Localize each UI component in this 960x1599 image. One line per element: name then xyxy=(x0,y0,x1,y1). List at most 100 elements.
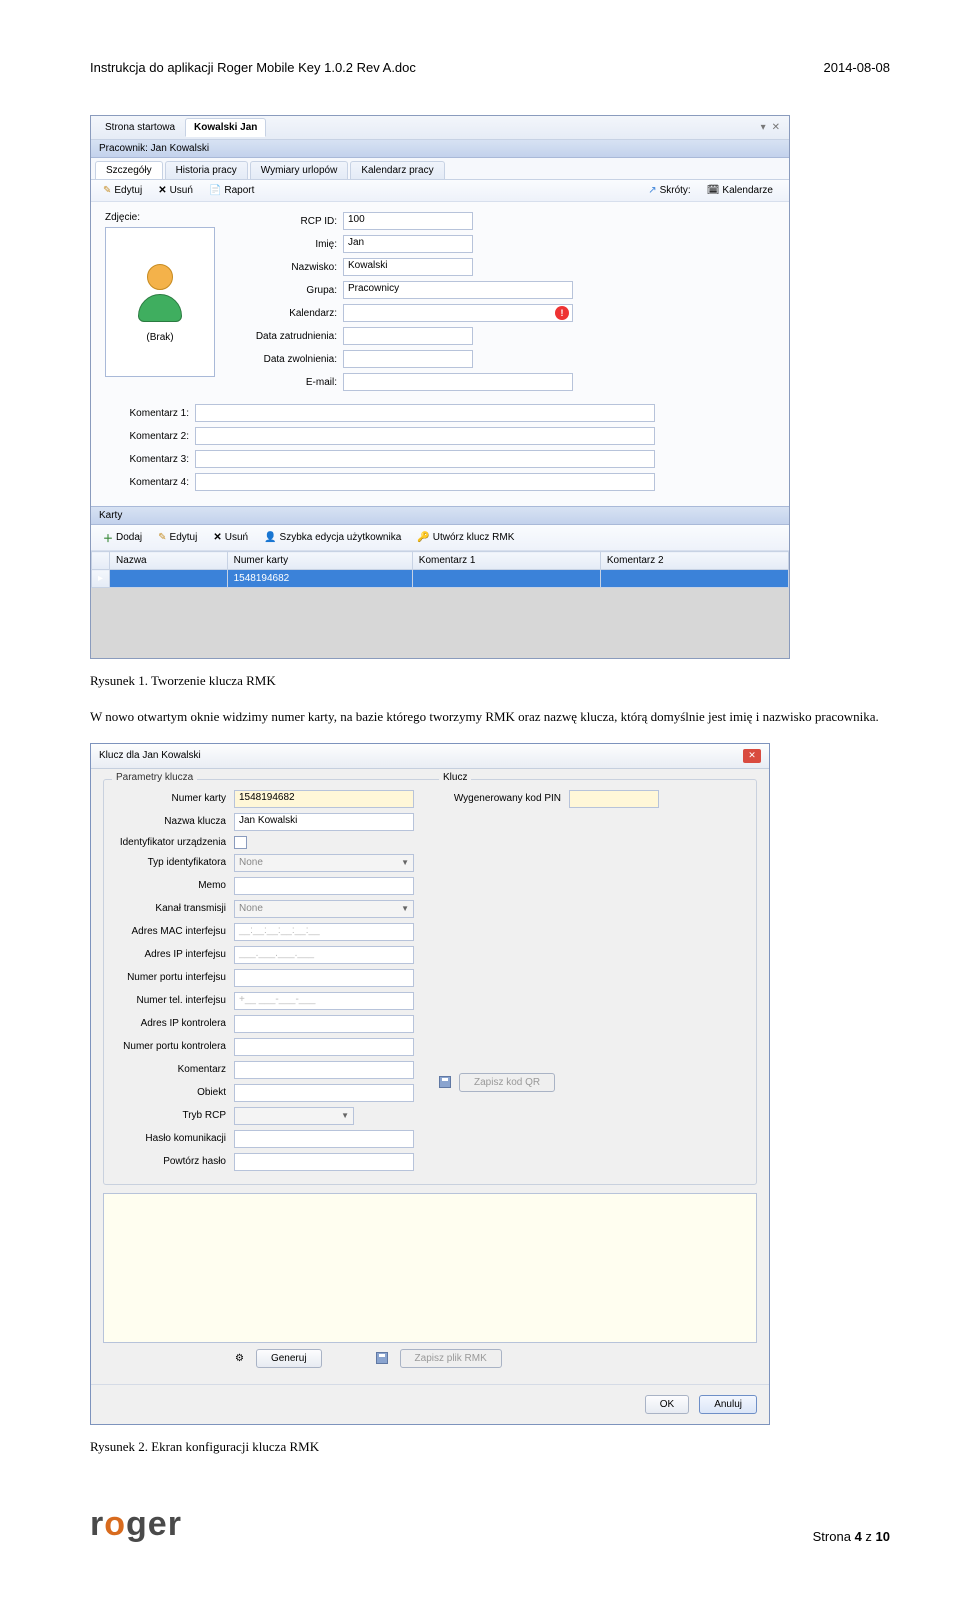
photo-none: (Brak) xyxy=(146,332,173,343)
page-number: Strona 4 z 10 xyxy=(813,1529,890,1544)
powt-label: Powtórz hasło xyxy=(114,1156,234,1167)
grupa-label: Grupa: xyxy=(233,285,343,296)
tab-szczegoly[interactable]: Szczegóły xyxy=(95,161,163,179)
shortcuts-label: ↗Skróty: xyxy=(642,183,697,198)
edit-button[interactable]: ✎Edytuj xyxy=(97,183,148,198)
komentarz-input[interactable] xyxy=(234,1061,414,1079)
obiekt-input[interactable] xyxy=(234,1084,414,1102)
cards-table: Nazwa Numer karty Komentarz 1 Komentarz … xyxy=(91,551,789,588)
pencil-icon: ✎ xyxy=(103,185,111,196)
imie-input[interactable]: Jan xyxy=(343,235,473,253)
numer-karty-input[interactable]: 1548194682 xyxy=(234,790,414,808)
kalendarz-input[interactable] xyxy=(343,304,573,322)
tryb-label: Tryb RCP xyxy=(114,1110,234,1121)
nazwa-klucza-input[interactable]: Jan Kowalski xyxy=(234,813,414,831)
ipi-input[interactable]: ___.___.___.___ xyxy=(234,946,414,964)
quick-edit-button[interactable]: 👤Szybka edycja użytkownika xyxy=(258,530,407,545)
data-zwol-input[interactable] xyxy=(343,350,473,368)
row-indicator: ▸ xyxy=(92,570,110,588)
ok-button[interactable]: OK xyxy=(645,1395,689,1414)
calendars-button[interactable]: 🗓Kalendarze xyxy=(701,183,779,198)
params-legend: Parametry klucza xyxy=(112,772,197,783)
k4-input[interactable] xyxy=(195,473,655,491)
porti-label: Numer portu interfejsu xyxy=(114,972,234,983)
col-number[interactable]: Numer karty xyxy=(227,552,412,570)
generate-button[interactable]: Generuj xyxy=(256,1349,322,1368)
avatar-icon xyxy=(135,262,185,322)
cell-name xyxy=(110,570,228,588)
memo-input[interactable] xyxy=(234,877,414,895)
numer-karty-label: Numer karty xyxy=(114,793,234,804)
haslo-label: Hasło komunikacji xyxy=(114,1133,234,1144)
cell-k1 xyxy=(412,570,600,588)
tab-wymiary[interactable]: Wymiary urlopów xyxy=(250,161,349,179)
ipk-input[interactable] xyxy=(234,1015,414,1033)
portk-input[interactable] xyxy=(234,1038,414,1056)
nazwisko-label: Nazwisko: xyxy=(233,262,343,273)
k1-label: Komentarz 1: xyxy=(105,408,195,419)
report-button[interactable]: 📄Raport xyxy=(203,183,260,198)
col-k1[interactable]: Komentarz 1 xyxy=(412,552,600,570)
doc-date: 2014-08-08 xyxy=(824,60,891,75)
employee-form: Zdjęcie: (Brak) RCP ID:100 Imię:Jan Nazw… xyxy=(91,202,789,506)
typ-label: Typ identyfikatora xyxy=(114,857,234,868)
tel-label: Numer tel. interfejsu xyxy=(114,995,234,1006)
table-row[interactable]: ▸ 1548194682 xyxy=(92,570,789,588)
cancel-button[interactable]: Anuluj xyxy=(699,1395,757,1414)
create-rmk-button[interactable]: 🔑Utwórz klucz RMK xyxy=(411,530,520,545)
grupa-input[interactable]: Pracownicy xyxy=(343,281,573,299)
powt-input[interactable] xyxy=(234,1153,414,1171)
save-rmk-button[interactable]: Zapisz plik RMK xyxy=(400,1349,502,1368)
logo: roger xyxy=(90,1505,182,1544)
mac-label: Adres MAC interfejsu xyxy=(114,926,234,937)
detail-tabs: Szczegóły Historia pracy Wymiary urlopów… xyxy=(91,158,789,180)
close-icon[interactable]: ✕ xyxy=(769,122,783,133)
porti-input[interactable] xyxy=(234,969,414,987)
delete-card-button[interactable]: ✕Usuń xyxy=(207,530,254,545)
tab-kalendarz[interactable]: Kalendarz pracy xyxy=(350,161,444,179)
delete-button[interactable]: ✕Usuń xyxy=(152,183,199,198)
ipk-label: Adres IP kontrolera xyxy=(114,1018,234,1029)
k1-input[interactable] xyxy=(195,404,655,422)
col-k2[interactable]: Komentarz 2 xyxy=(600,552,788,570)
mac-input[interactable]: __:__:__:__:__:__ xyxy=(234,923,414,941)
dialog-close-button[interactable]: ✕ xyxy=(743,749,761,763)
data-zatr-input[interactable] xyxy=(343,327,473,345)
employee-window: Strona startowa Kowalski Jan ▾ ✕ Pracown… xyxy=(90,115,790,659)
dialog-title: Klucz dla Jan Kowalski xyxy=(99,750,201,761)
email-input[interactable] xyxy=(343,373,573,391)
tab-historia[interactable]: Historia pracy xyxy=(165,161,248,179)
tab-home[interactable]: Strona startowa xyxy=(97,119,183,136)
k2-input[interactable] xyxy=(195,427,655,445)
add-button[interactable]: ＋Dodaj xyxy=(97,528,148,547)
obiekt-label: Obiekt xyxy=(114,1087,234,1098)
klucz-legend: Klucz xyxy=(439,772,471,783)
nazwisko-input[interactable]: Kowalski xyxy=(343,258,473,276)
tab-employee[interactable]: Kowalski Jan xyxy=(185,118,266,137)
plus-icon: ＋ xyxy=(103,530,113,545)
cell-number: 1548194682 xyxy=(227,570,412,588)
rcp-input[interactable]: 100 xyxy=(343,212,473,230)
collapse-icon[interactable]: ▾ xyxy=(758,122,769,133)
col-name[interactable]: Nazwa xyxy=(110,552,228,570)
id-urz-checkbox[interactable] xyxy=(234,836,247,849)
pin-output xyxy=(569,790,659,808)
calendar-icon: 🗓 xyxy=(707,185,720,196)
photo-box[interactable]: (Brak) xyxy=(105,227,215,377)
edit-card-button[interactable]: ✎Edytuj xyxy=(152,530,203,545)
data-zatr-label: Data zatrudnienia: xyxy=(233,331,343,342)
typ-select[interactable]: None▼ xyxy=(234,854,414,872)
tel-input[interactable]: +__ ___-___-___ xyxy=(234,992,414,1010)
save-qr-button[interactable]: Zapisz kod QR xyxy=(459,1073,555,1092)
disk-icon xyxy=(439,1076,451,1088)
tryb-select[interactable]: ▼ xyxy=(234,1107,354,1125)
k3-input[interactable] xyxy=(195,450,655,468)
k2-label: Komentarz 2: xyxy=(105,431,195,442)
haslo-input[interactable] xyxy=(234,1130,414,1148)
ipi-label: Adres IP interfejsu xyxy=(114,949,234,960)
warning-icon: ! xyxy=(555,306,569,320)
rcp-label: RCP ID: xyxy=(233,216,343,227)
doc-title: Instrukcja do aplikacji Roger Mobile Key… xyxy=(90,60,416,75)
kanal-select[interactable]: None▼ xyxy=(234,900,414,918)
key-dialog: Klucz dla Jan Kowalski ✕ Parametry klucz… xyxy=(90,743,770,1425)
